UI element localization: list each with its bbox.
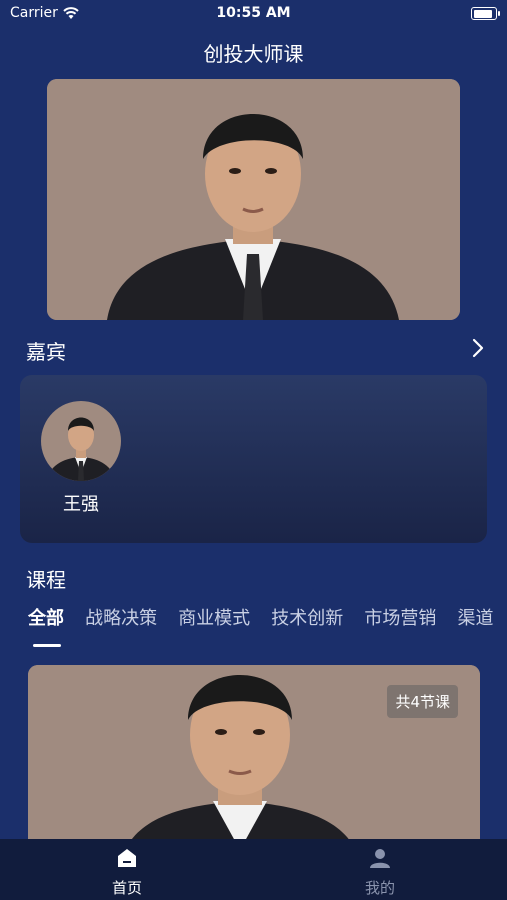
tabbar-mine-label: 我的 [364,879,395,897]
course-card[interactable]: 共4节课 [28,665,480,855]
lesson-count-badge: 共4节课 [387,685,458,718]
hero-banner[interactable] [47,79,460,320]
guest-item[interactable]: 王强 [39,401,123,516]
bottom-tab-bar: 首页 我的 [0,839,507,900]
guest-name: 王强 [63,494,99,515]
status-bar: Carrier 10:55 AM [0,0,507,30]
battery-icon [471,7,500,20]
tab-channels[interactable]: 渠道 [457,604,493,630]
tab-marketing[interactable]: 市场营销 [364,604,436,630]
tab-business-model[interactable]: 商业模式 [178,604,250,630]
home-icon [118,849,136,867]
courses-section-title: 课程 [26,568,66,592]
course-category-tabs: 全部 战略决策 商业模式 技术创新 市场营销 渠道 [28,604,507,634]
chevron-right-icon[interactable] [467,337,489,359]
tab-tech-innovation[interactable]: 技术创新 [271,604,343,630]
tab-strategy[interactable]: 战略决策 [85,604,157,630]
tabbar-mine[interactable]: 我的 [330,847,430,898]
hero-portrait-image [47,79,460,320]
avatar [41,401,121,481]
tab-all[interactable]: 全部 [28,604,64,630]
active-tab-indicator [33,644,61,647]
guests-card: 王强 [20,375,487,543]
tabbar-home[interactable]: 首页 [77,847,177,898]
person-icon [370,849,390,868]
tabbar-home-label: 首页 [111,879,142,897]
page-title: 创投大师课 [203,42,304,66]
guests-section-title: 嘉宾 [26,340,66,364]
status-time: 10:55 AM [216,5,291,21]
